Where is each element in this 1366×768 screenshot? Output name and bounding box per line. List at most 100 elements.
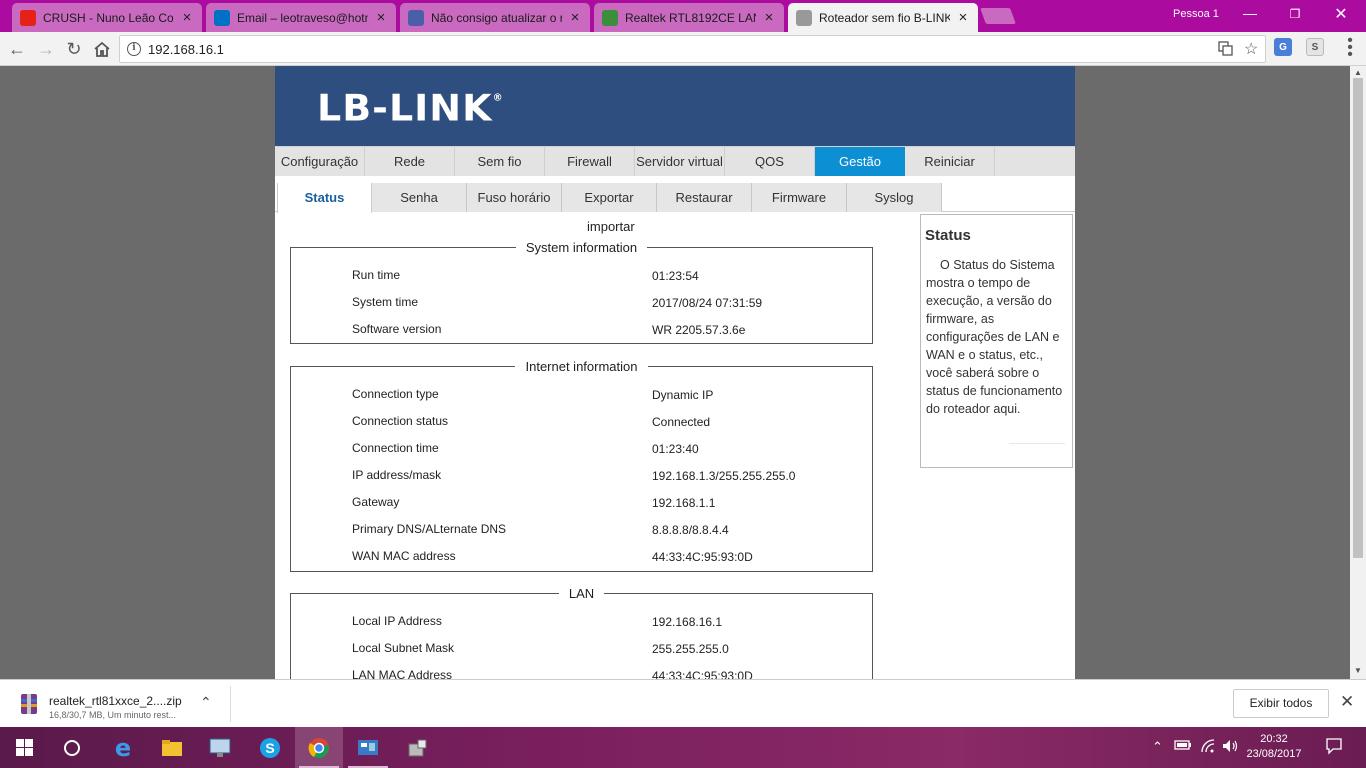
browser-tab[interactable]: Email – leotraveso@hotm × <box>206 3 396 32</box>
info-row: System time 2017/08/24 07:31:59 <box>291 295 871 315</box>
help-text: O Status do Sistema mostra o tempo de ex… <box>926 258 1063 416</box>
windows-start-icon[interactable] <box>0 727 48 768</box>
chevron-up-icon[interactable]: ⌃ <box>200 694 212 711</box>
battery-icon[interactable] <box>1174 739 1192 754</box>
tab-close-icon[interactable]: × <box>180 9 194 26</box>
info-value: 01:23:40 <box>652 442 699 456</box>
main-nav-item[interactable]: Reiniciar <box>905 147 995 177</box>
windows-taskbar: e S ⌃ 20:32 23/08/2017 <box>0 727 1366 768</box>
tab-title: Email – leotraveso@hotm <box>237 10 368 25</box>
tab-close-icon[interactable]: × <box>374 9 388 26</box>
profile-button[interactable]: Pessoa 1 <box>1173 8 1219 20</box>
info-label: Software version <box>352 322 442 336</box>
home-icon[interactable] <box>90 37 114 61</box>
browser-menu-icon[interactable]: • • • <box>1345 33 1355 63</box>
file-explorer-icon[interactable] <box>148 727 196 768</box>
lan-information-box: LAN Local IP Address 192.168.16.1 Local Su… <box>290 586 873 679</box>
tab-title: Não consigo atualizar o r <box>431 10 562 25</box>
lb-link-logo: LB-LINK® <box>317 87 503 129</box>
close-shelf-icon[interactable]: ✕ <box>1340 692 1354 712</box>
tab-close-icon[interactable]: × <box>568 9 582 26</box>
forward-arrow-icon[interactable]: → <box>34 37 58 61</box>
show-all-downloads-button[interactable]: Exibir todos <box>1233 689 1329 718</box>
sub-nav-tab[interactable]: Fuso horário <box>467 183 562 212</box>
extension-s-icon[interactable]: S <box>1306 38 1324 56</box>
wifi-icon[interactable] <box>1200 739 1216 756</box>
info-value: 44:33:4C:95:93:0D <box>652 669 753 679</box>
scroll-up-arrow-icon[interactable]: ▲ <box>1354 68 1362 77</box>
info-label: Gateway <box>352 495 400 509</box>
youtube-icon <box>20 9 36 26</box>
restore-icon[interactable]: ❐ <box>1285 7 1305 21</box>
device-manager-icon[interactable] <box>393 727 441 768</box>
scrollbar-thumb[interactable] <box>1353 78 1363 558</box>
browser-tab[interactable]: Não consigo atualizar o r × <box>400 3 590 32</box>
browser-toolbar: ← → ↻ i 192.168.16.1 ☆ G S • • • <box>0 32 1366 66</box>
address-url[interactable]: 192.168.16.1 <box>148 42 224 57</box>
close-window-icon[interactable]: ✕ <box>1331 4 1351 24</box>
info-row: LAN MAC Address 44:33:4C:95:93:0D <box>291 668 871 679</box>
page-scrollbar[interactable]: ▲ ▼ <box>1350 66 1366 679</box>
site-info-icon[interactable]: i <box>127 42 141 56</box>
main-nav-item[interactable]: Rede <box>365 147 455 177</box>
main-nav-item[interactable]: Configuração <box>275 147 365 177</box>
action-center-icon[interactable] <box>1325 737 1343 758</box>
tab-title: CRUSH - Nuno Leão Con <box>43 10 174 25</box>
sub-nav-tab[interactable]: Exportar <box>562 183 657 212</box>
info-row: Software version WR 2205.57.3.6e <box>291 322 871 342</box>
sub-nav-tab[interactable]: Status <box>277 183 372 213</box>
main-nav-item[interactable]: QOS <box>725 147 815 177</box>
main-nav-item[interactable]: Servidor virtual <box>635 147 725 177</box>
browser-tab[interactable]: Roteador sem fio B-LINK × <box>788 3 978 32</box>
main-navigation: Configuração Rede Sem fio Firewall Servidor … <box>275 146 1075 177</box>
forum-icon <box>408 9 424 26</box>
tab-close-icon[interactable]: × <box>956 9 970 26</box>
control-panel-icon[interactable] <box>344 727 392 768</box>
archive-file-icon[interactable] <box>18 692 40 716</box>
tab-close-icon[interactable]: × <box>762 9 776 26</box>
main-nav-item[interactable]: Sem fio <box>455 147 545 177</box>
internet-information-box: Internet information Connection type Dyna… <box>290 359 873 572</box>
taskbar-clock[interactable]: 20:32 23/08/2017 <box>1244 732 1304 762</box>
main-nav-item[interactable]: Firewall <box>545 147 635 177</box>
page-viewport: LB-LINK® Configuração Rede Sem fio Firewall… <box>0 66 1350 679</box>
brand-header: LB-LINK® <box>275 66 1075 146</box>
help-divider <box>1009 443 1065 444</box>
info-value: 192.168.1.3/255.255.255.0 <box>652 469 796 483</box>
edge-browser-icon[interactable]: e <box>99 727 147 768</box>
reload-icon[interactable]: ↻ <box>62 37 86 61</box>
info-label: IP address/mask <box>352 468 442 482</box>
svg-text:S: S <box>265 740 274 756</box>
info-label: LAN MAC Address <box>352 668 453 679</box>
download-status: 16,8/30,7 MB, Um minuto rest... <box>49 710 177 720</box>
cortana-search-icon[interactable] <box>48 727 96 768</box>
sub-nav-tab[interactable]: Restaurar <box>657 183 752 212</box>
minimize-icon[interactable]: — <box>1240 5 1260 21</box>
back-arrow-icon[interactable]: ← <box>5 37 29 61</box>
translate-icon[interactable] <box>1218 41 1233 59</box>
browser-tab[interactable]: Realtek RTL8192CE LAN d × <box>594 3 784 32</box>
info-row: WAN MAC address 44:33:4C:95:93:0D <box>291 549 871 569</box>
bookmark-star-icon[interactable]: ☆ <box>1244 39 1258 59</box>
address-bar[interactable]: i 192.168.16.1 ☆ <box>119 35 1266 63</box>
remote-desktop-icon[interactable] <box>196 727 244 768</box>
google-translate-extension-icon[interactable]: G <box>1274 38 1292 56</box>
sub-nav-tab[interactable]: Senha <box>372 183 467 212</box>
sub-nav-tab[interactable]: Firmware <box>752 183 847 212</box>
info-value: Dynamic IP <box>652 388 714 402</box>
info-label: Connection type <box>352 387 439 401</box>
chrome-icon[interactable] <box>295 727 343 768</box>
info-label: Local IP Address <box>352 614 442 628</box>
download-file-name[interactable]: realtek_rtl81xxce_2....zip <box>49 694 182 708</box>
sub-nav-tab[interactable]: Syslog <box>847 183 942 212</box>
sub-navigation: Status Senha Fuso horário Exportar Restaurar… <box>275 176 1075 213</box>
browser-tab[interactable]: CRUSH - Nuno Leão Con × <box>12 3 202 32</box>
new-tab-button[interactable] <box>980 8 1016 24</box>
show-hidden-icons-chevron-icon[interactable]: ⌃ <box>1152 739 1163 755</box>
main-nav-item[interactable]: Gestão <box>815 147 905 177</box>
scroll-down-arrow-icon[interactable]: ▼ <box>1354 666 1362 675</box>
info-row: Local Subnet Mask 255.255.255.0 <box>291 641 871 661</box>
skype-icon[interactable]: S <box>246 727 294 768</box>
info-label: System time <box>352 295 419 309</box>
volume-icon[interactable] <box>1222 739 1240 756</box>
